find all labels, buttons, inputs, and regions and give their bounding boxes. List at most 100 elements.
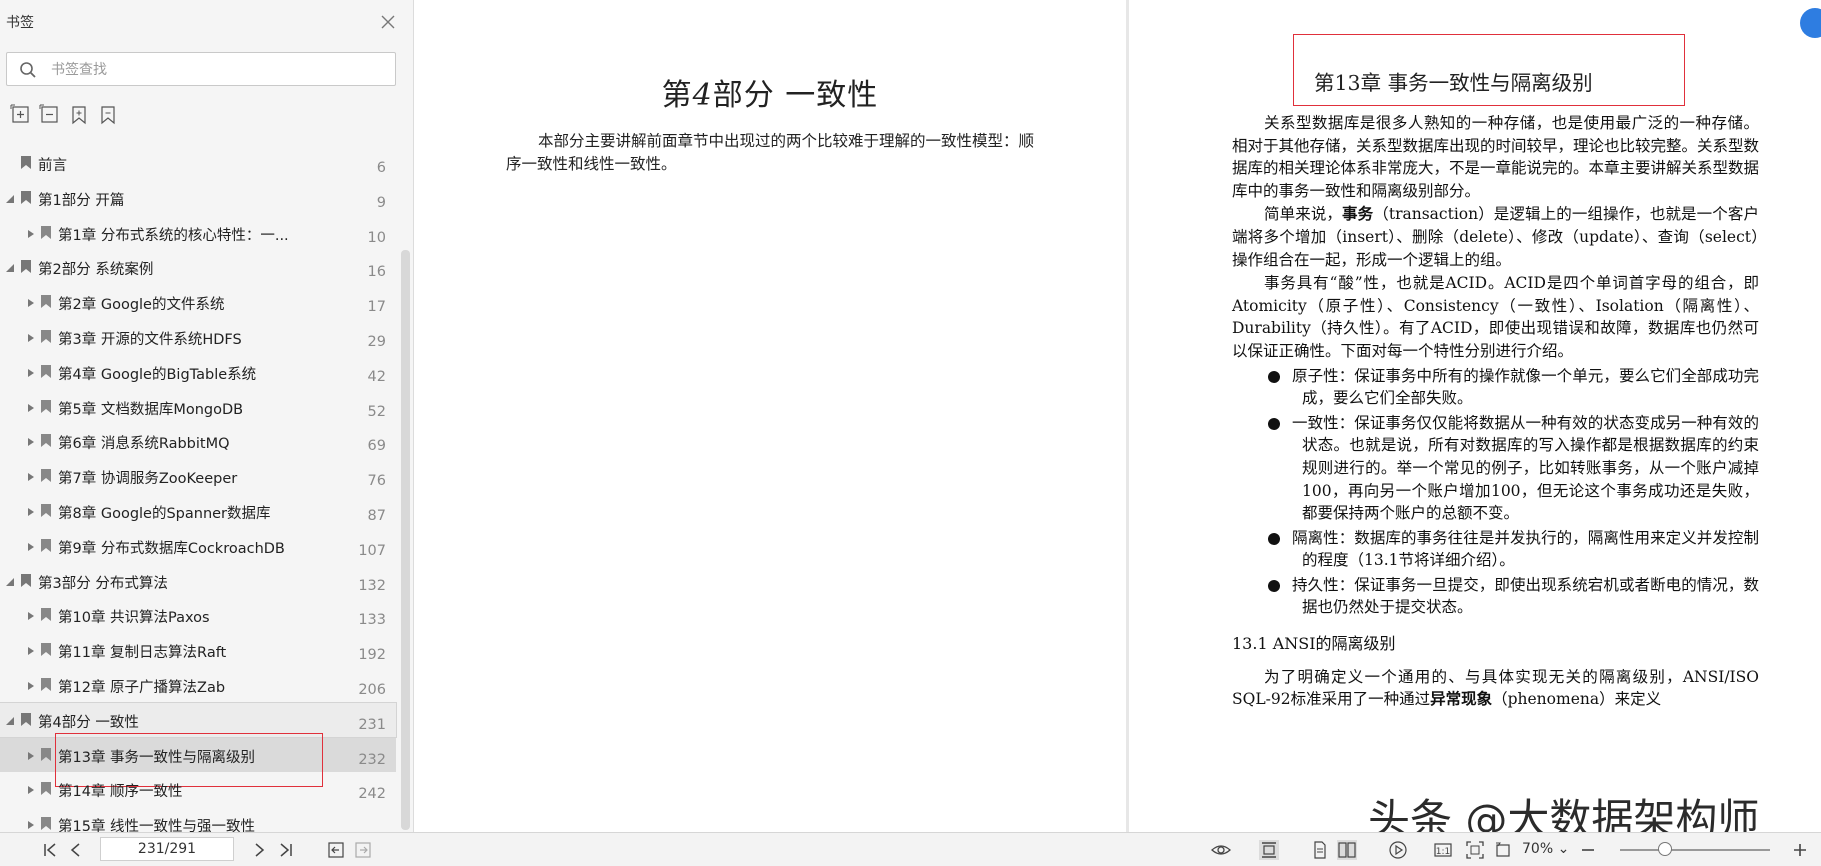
- bookmark-part-item[interactable]: 第1部分 开篇 9: [0, 181, 396, 215]
- collapsed-arrow-icon[interactable]: [25, 330, 37, 344]
- remove-bookmark-icon[interactable]: [39, 104, 63, 128]
- expanded-arrow-icon[interactable]: [4, 713, 16, 727]
- section-heading: 13.1 ANSI的隔离级别: [1232, 634, 1396, 654]
- bookmark-icon: [20, 712, 32, 727]
- chapter-title: 第13章 事务一致性与隔离级别: [1314, 71, 1593, 95]
- collapsed-arrow-icon[interactable]: [25, 226, 37, 240]
- bookmark-page-number: 42: [367, 369, 386, 385]
- collapsed-arrow-icon[interactable]: [25, 400, 37, 414]
- zoom-slider-thumb[interactable]: [1658, 842, 1672, 856]
- bookmark-icon: [40, 468, 52, 483]
- collapsed-arrow-icon[interactable]: [25, 748, 37, 762]
- bookmark-chapter-item[interactable]: 第12章 原子广播算法Zab 206: [0, 668, 396, 702]
- zoom-out-icon[interactable]: [1578, 840, 1598, 860]
- forward-icon[interactable]: [353, 840, 373, 860]
- bookmark-chapter-item[interactable]: 第10章 共识算法Paxos 133: [0, 598, 396, 632]
- bookmark-add-icon[interactable]: [68, 104, 92, 128]
- collapsed-arrow-icon[interactable]: [25, 434, 37, 448]
- single-page-icon[interactable]: [1310, 840, 1330, 860]
- zoom-slider-track[interactable]: [1620, 849, 1770, 851]
- zoom-level[interactable]: 70% ⌄: [1522, 841, 1569, 857]
- document-page-left: 第4部分 一致性 本部分主要讲解前面章节中出现过的两个比较难于理解的一致性模型：…: [414, 0, 1126, 832]
- bookmark-page-number: 133: [358, 612, 386, 628]
- collapsed-arrow-icon[interactable]: [25, 608, 37, 622]
- bookmark-chapter-item[interactable]: 第13章 事务一致性与隔离级别 232: [0, 733, 396, 787]
- bookmark-icon: [40, 294, 52, 309]
- collapsed-arrow-icon[interactable]: [25, 295, 37, 309]
- next-page-icon[interactable]: [249, 840, 269, 860]
- bookmark-chapter-item[interactable]: 第3章 开源的文件系统HDFS 29: [0, 320, 396, 354]
- bookmark-label: 第2章 Google的文件系统: [58, 297, 225, 313]
- back-icon[interactable]: [326, 840, 346, 860]
- bookmark-chapter-item[interactable]: 第7章 协调服务ZooKeeper 76: [0, 459, 396, 493]
- bookmark-icon: [40, 329, 52, 344]
- list-item: 原子性：保证事务中所有的操作就像一个单元，要么它们全部成功完成，要么它们全部失败…: [1232, 365, 1759, 410]
- collapsed-arrow-icon[interactable]: [25, 469, 37, 483]
- expanded-arrow-icon[interactable]: [4, 574, 16, 588]
- collapsed-arrow-icon[interactable]: [25, 817, 37, 831]
- bookmark-label: 第1部分 开篇: [38, 193, 125, 209]
- bookmark-chapter-item[interactable]: 第8章 Google的Spanner数据库 87: [0, 494, 396, 528]
- bookmark-label: 第3部分 分布式算法: [38, 576, 168, 592]
- bookmark-page-number: 10: [367, 230, 386, 246]
- first-page-icon[interactable]: [40, 840, 60, 860]
- close-icon[interactable]: [377, 11, 399, 33]
- fit-width-icon[interactable]: [1259, 840, 1279, 860]
- bookmark-part-item[interactable]: 第3部分 分布式算法 132: [0, 564, 396, 598]
- collapsed-arrow-icon[interactable]: [25, 365, 37, 379]
- bookmark-search-box[interactable]: [6, 52, 396, 86]
- bookmark-icon: [20, 155, 32, 170]
- bookmark-delete-icon[interactable]: [97, 104, 121, 128]
- page-number-input[interactable]: 231/291: [100, 837, 234, 861]
- bookmark-tree: 前言 6 第1部分 开篇 9 第1章 分布式系统的核心特性：一... 10 第2部分 系统案…: [0, 146, 400, 832]
- expanded-arrow-icon[interactable]: [4, 191, 16, 205]
- add-bookmark-icon[interactable]: [10, 104, 34, 128]
- bookmark-page-number: 87: [367, 508, 386, 524]
- last-page-icon[interactable]: [276, 840, 296, 860]
- bookmark-label: 第14章 顺序一致性: [58, 784, 183, 800]
- collapsed-arrow-icon[interactable]: [25, 539, 37, 553]
- bookmark-chapter-item[interactable]: 第5章 文档数据库MongoDB 52: [0, 390, 396, 424]
- bookmark-chapter-item[interactable]: 第11章 复制日志算法Raft 192: [0, 633, 396, 667]
- paragraph: 关系型数据库是很多人熟知的一种存储，也是使用最广泛的一种存储。相对于其他存储，关…: [1232, 114, 1760, 200]
- expanded-arrow-icon[interactable]: [4, 260, 16, 274]
- bookmark-chapter-item[interactable]: 第9章 分布式数据库CockroachDB 107: [0, 529, 396, 563]
- list-item: 隔离性：数据库的事务往往是并发执行的，隔离性用来定义并发控制的程度（13.1节将…: [1232, 527, 1759, 572]
- bookmark-page-number: 132: [358, 578, 386, 594]
- bookmark-label: 第5章 文档数据库MongoDB: [58, 402, 244, 418]
- bookmark-part-item[interactable]: 第2部分 系统案例 16: [0, 250, 396, 284]
- collapsed-arrow-icon[interactable]: [25, 643, 37, 657]
- collapsed-arrow-icon[interactable]: [25, 504, 37, 518]
- bookmark-chapter-item[interactable]: 第14章 顺序一致性 242: [0, 772, 396, 806]
- bookmark-chapter-item[interactable]: 第15章 线性一致性与强一致性: [0, 807, 396, 832]
- play-icon[interactable]: [1388, 840, 1408, 860]
- bookmark-part-item[interactable]: 前言 6: [0, 146, 396, 180]
- bookmark-icon: [40, 433, 52, 448]
- prev-page-icon[interactable]: [66, 840, 86, 860]
- fit-page-icon[interactable]: [1465, 840, 1485, 860]
- collapsed-arrow-icon[interactable]: [25, 678, 37, 692]
- bookmark-page-number: 17: [367, 299, 386, 315]
- bookmark-part-item[interactable]: 第4部分 一致性 231: [0, 702, 397, 738]
- bookmark-page-number: 69: [367, 438, 386, 454]
- bookmark-label: 前言: [38, 158, 67, 174]
- bookmark-chapter-item[interactable]: 第4章 Google的BigTable系统 42: [0, 355, 396, 389]
- rotate-icon[interactable]: [1493, 840, 1513, 860]
- bookmark-chapter-item[interactable]: 第6章 消息系统RabbitMQ 69: [0, 424, 396, 458]
- bookmark-page-number: 76: [367, 473, 386, 489]
- bookmark-search-input[interactable]: [49, 58, 383, 82]
- bookmark-label: 第8章 Google的Spanner数据库: [58, 506, 271, 522]
- collapsed-arrow-icon[interactable]: [25, 782, 37, 796]
- bookmark-label: 第2部分 系统案例: [38, 262, 154, 278]
- document-viewer: 第4部分 一致性 本部分主要讲解前面章节中出现过的两个比较难于理解的一致性模型：…: [414, 0, 1821, 832]
- double-page-icon[interactable]: [1337, 840, 1357, 860]
- sidebar-scrollbar[interactable]: [401, 250, 410, 830]
- bookmark-chapter-item[interactable]: 第2章 Google的文件系统 17: [0, 285, 396, 319]
- zoom-in-icon[interactable]: [1790, 840, 1810, 860]
- bookmark-label: 第10章 共识算法Paxos: [58, 610, 210, 626]
- actual-size-icon[interactable]: 1:1: [1433, 840, 1453, 860]
- bookmark-chapter-item[interactable]: 第1章 分布式系统的核心特性：一... 10: [0, 216, 396, 250]
- bookmark-label: 第15章 线性一致性与强一致性: [58, 819, 256, 832]
- bookmark-page-number: 9: [376, 195, 386, 211]
- eye-protection-icon[interactable]: [1210, 840, 1231, 860]
